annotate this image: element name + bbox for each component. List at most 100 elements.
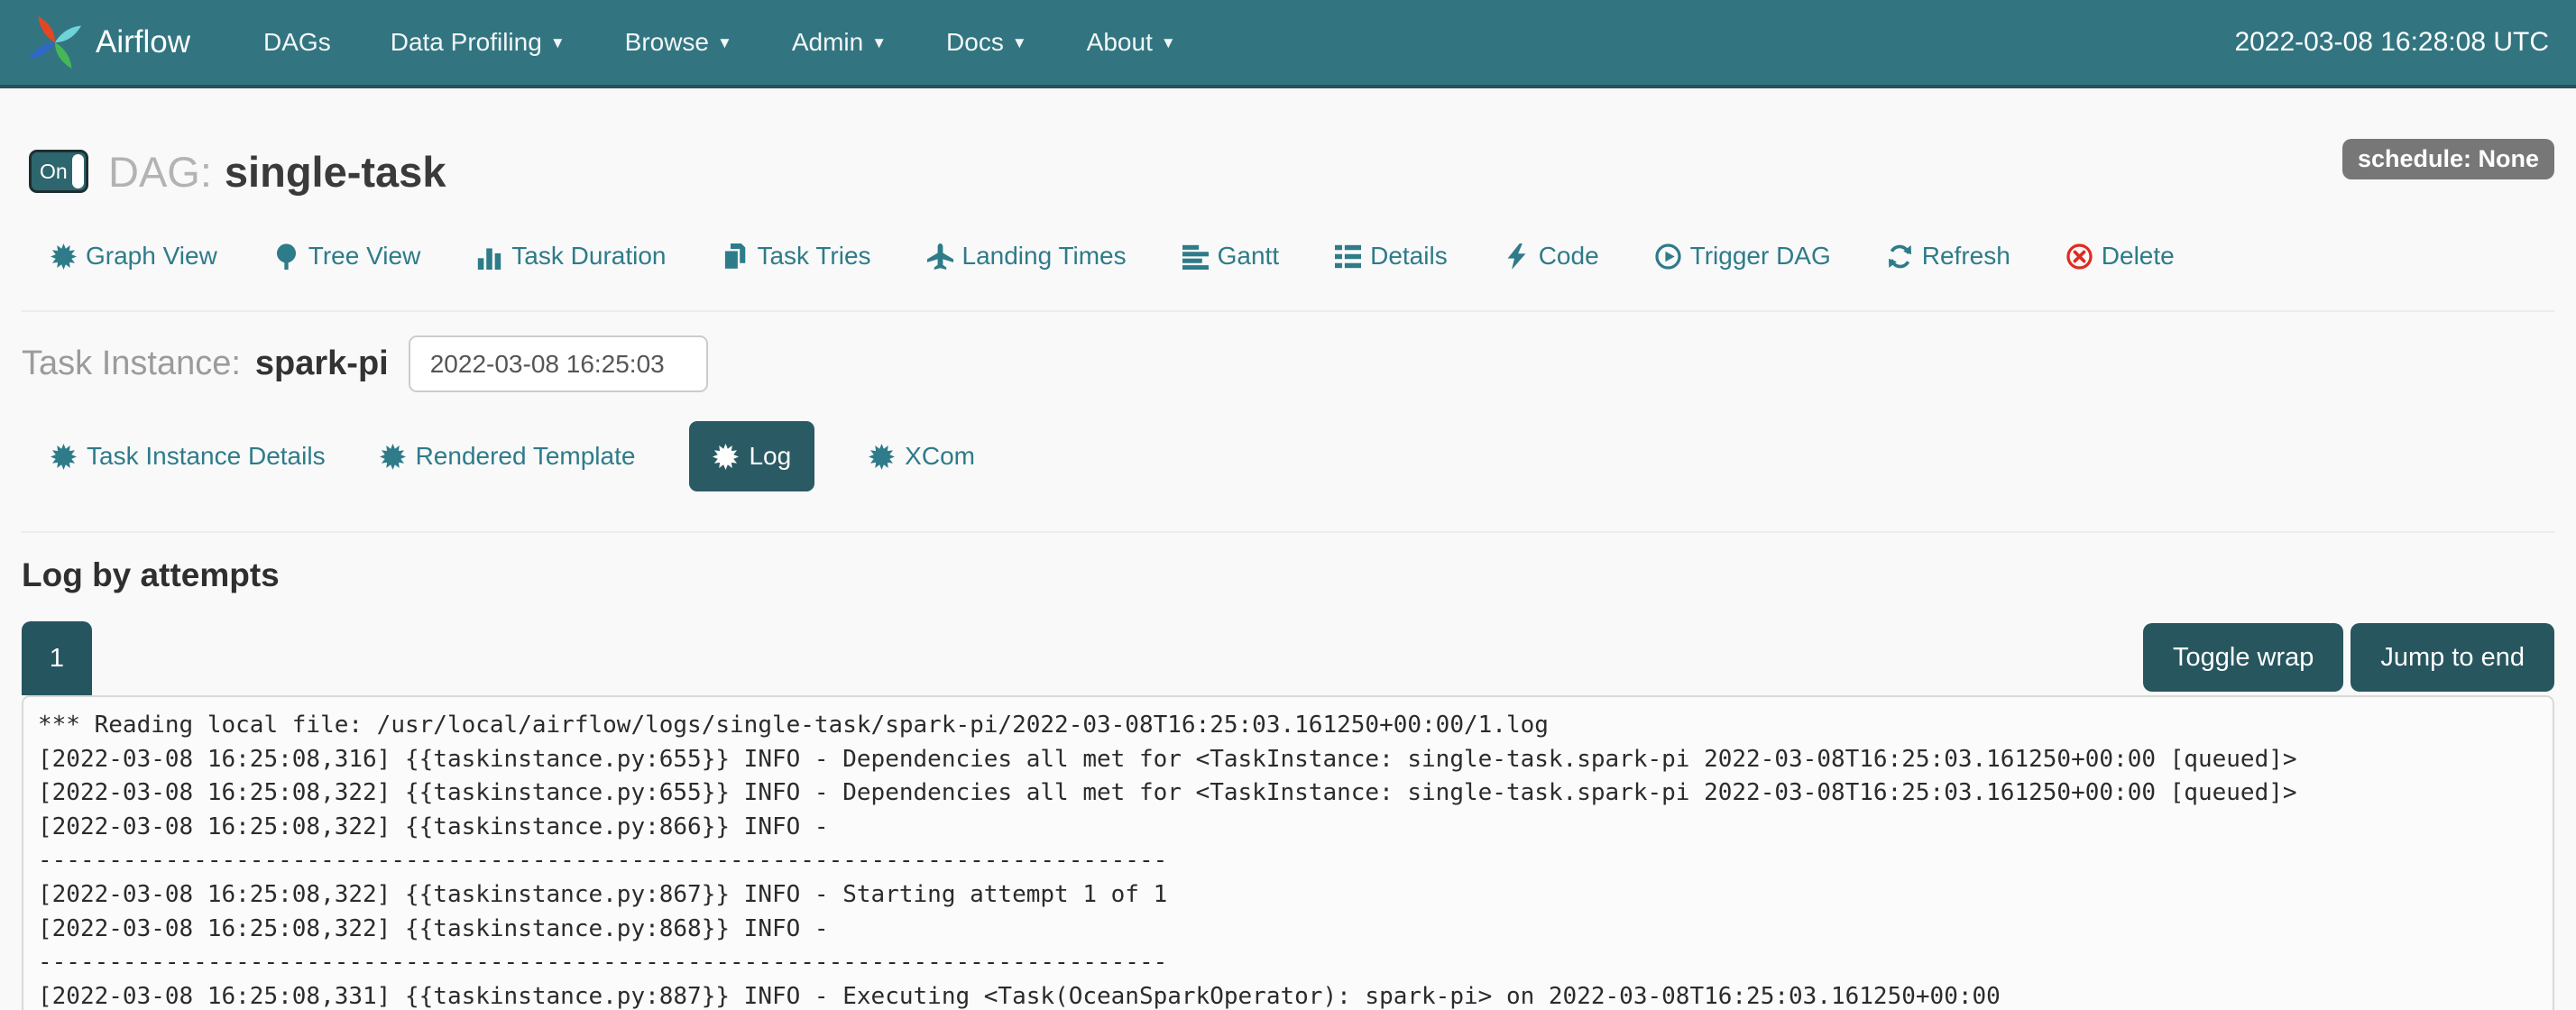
tab-label: XCom (905, 442, 975, 471)
nav-item-browse[interactable]: Browse ▼ (595, 28, 762, 57)
nav-item-data-profiling[interactable]: Data Profiling ▼ (361, 28, 595, 57)
toggle-wrap-button[interactable]: Toggle wrap (2143, 623, 2343, 692)
nav-item-label: Data Profiling (391, 28, 542, 57)
jump-to-end-button[interactable]: Jump to end (2351, 623, 2554, 692)
dag-title-prefix: DAG: (108, 147, 212, 197)
plane-icon (927, 243, 953, 270)
bolt-icon (1504, 243, 1530, 270)
toggle-knob (72, 154, 84, 188)
tab-task-instance-details[interactable]: Task Instance Details (51, 442, 326, 471)
dag-view-task-duration[interactable]: Task Duration (476, 242, 666, 271)
tab-xcom[interactable]: XCom (869, 442, 975, 471)
dag-pause-toggle[interactable]: On (29, 150, 88, 193)
log-line: [2022-03-08 16:25:08,322] {{taskinstance… (38, 776, 2553, 811)
bar-chart-icon (476, 243, 502, 270)
log-buttons: Toggle wrap Jump to end (2143, 623, 2554, 695)
caret-down-icon: ▼ (1161, 34, 1176, 52)
caret-down-icon: ▼ (871, 34, 887, 52)
dag-view-label: Landing Times (962, 242, 1127, 271)
airflow-logo-icon (27, 14, 83, 70)
dag-header: On DAG: single-task schedule: None (29, 142, 2554, 200)
sunburst-icon (869, 444, 895, 470)
dag-view-label: Code (1539, 242, 1599, 271)
dag-view-label: Task Tries (757, 242, 870, 271)
nav-menu: DAGs Data Profiling ▼ Browse ▼ Admin ▼ D… (234, 28, 1206, 57)
tab-label: Task Instance Details (87, 442, 326, 471)
attempt-1-tab[interactable]: 1 (22, 621, 92, 695)
log-line: [2022-03-08 16:25:08,322] {{taskinstance… (38, 913, 2553, 947)
divider (22, 310, 2554, 312)
dag-view-label: Trigger DAG (1690, 242, 1831, 271)
log-line: ----------------------------------------… (38, 844, 2553, 878)
dag-view-label: Task Duration (511, 242, 666, 271)
execution-date-input[interactable] (409, 335, 708, 392)
dag-view-trigger-dag[interactable]: Trigger DAG (1655, 242, 1831, 271)
airflow-brand[interactable]: Airflow (27, 14, 190, 70)
dag-view-label: Gantt (1218, 242, 1279, 271)
dag-view-nav: Graph View Tree View Task Duration Task … (51, 242, 2554, 271)
nav-item-docs[interactable]: Docs ▼ (916, 28, 1057, 57)
task-instance-label: Task Instance: (22, 344, 241, 383)
log-output-panel: *** Reading local file: /usr/local/airfl… (22, 695, 2554, 1010)
sunburst-icon (51, 243, 77, 270)
dag-view-label: Refresh (1922, 242, 2010, 271)
list-icon (1335, 243, 1361, 270)
dag-view-details[interactable]: Details (1335, 242, 1448, 271)
nav-item-label: Admin (792, 28, 863, 57)
dag-view-label: Delete (2102, 242, 2175, 271)
dag-view-code[interactable]: Code (1504, 242, 1599, 271)
top-navbar: Airflow DAGs Data Profiling ▼ Browse ▼ A… (0, 0, 2576, 88)
tab-rendered-template[interactable]: Rendered Template (380, 442, 636, 471)
log-attempts-row: 1 Toggle wrap Jump to end (22, 621, 2554, 695)
log-by-attempts-heading: Log by attempts (22, 556, 2554, 594)
divider (22, 531, 2554, 533)
dag-view-landing-times[interactable]: Landing Times (927, 242, 1127, 271)
log-line: ----------------------------------------… (38, 946, 2553, 980)
dag-view-gantt[interactable]: Gantt (1182, 242, 1279, 271)
remove-circle-icon (2066, 243, 2093, 270)
utc-clock: 2022-03-08 16:28:08 UTC (2234, 27, 2549, 58)
dag-view-graph-view[interactable]: Graph View (51, 242, 217, 271)
nav-item-label: Browse (625, 28, 709, 57)
sunburst-icon (713, 444, 739, 470)
tab-label: Log (749, 442, 791, 471)
copy-icon (722, 243, 748, 270)
dag-view-delete[interactable]: Delete (2066, 242, 2175, 271)
sunburst-icon (51, 444, 77, 470)
dag-view-tree-view[interactable]: Tree View (273, 242, 421, 271)
tab-label: Rendered Template (416, 442, 636, 471)
dag-view-label: Details (1370, 242, 1448, 271)
dag-name: single-task (225, 147, 446, 197)
toggle-on-label: On (32, 160, 68, 184)
log-line: [2022-03-08 16:25:08,331] {{taskinstance… (38, 980, 2553, 1010)
nav-item-label: About (1087, 28, 1153, 57)
nav-item-label: Docs (946, 28, 1004, 57)
tab-log[interactable]: Log (689, 421, 814, 491)
dag-view-label: Graph View (86, 242, 217, 271)
caret-down-icon: ▼ (717, 34, 732, 52)
sunburst-icon (380, 444, 406, 470)
refresh-icon (1887, 243, 1913, 270)
log-line: *** Reading local file: /usr/local/airfl… (38, 709, 2553, 743)
dag-view-refresh[interactable]: Refresh (1887, 242, 2010, 271)
align-left-icon (1182, 243, 1209, 270)
play-circle-icon (1655, 243, 1681, 270)
page-title: DAG: single-task (108, 147, 446, 197)
nav-item-admin[interactable]: Admin ▼ (762, 28, 916, 57)
caret-down-icon: ▼ (1012, 34, 1027, 52)
tree-icon (273, 243, 299, 270)
task-instance-row: Task Instance: spark-pi (22, 335, 2554, 392)
log-line: [2022-03-08 16:25:08,322] {{taskinstance… (38, 878, 2553, 913)
nav-item-dags[interactable]: DAGs (234, 28, 361, 57)
dag-view-task-tries[interactable]: Task Tries (722, 242, 870, 271)
task-instance-tabs: Task Instance Details Rendered Template … (51, 421, 2554, 491)
log-line: [2022-03-08 16:25:08,316] {{taskinstance… (38, 743, 2553, 777)
nav-item-label: DAGs (263, 28, 331, 57)
log-line: [2022-03-08 16:25:08,322] {{taskinstance… (38, 811, 2553, 845)
nav-item-about[interactable]: About ▼ (1057, 28, 1206, 57)
brand-name: Airflow (96, 24, 190, 60)
caret-down-icon: ▼ (550, 34, 566, 52)
dag-view-label: Tree View (308, 242, 421, 271)
schedule-badge: schedule: None (2342, 139, 2554, 179)
task-instance-name: spark-pi (255, 344, 389, 383)
